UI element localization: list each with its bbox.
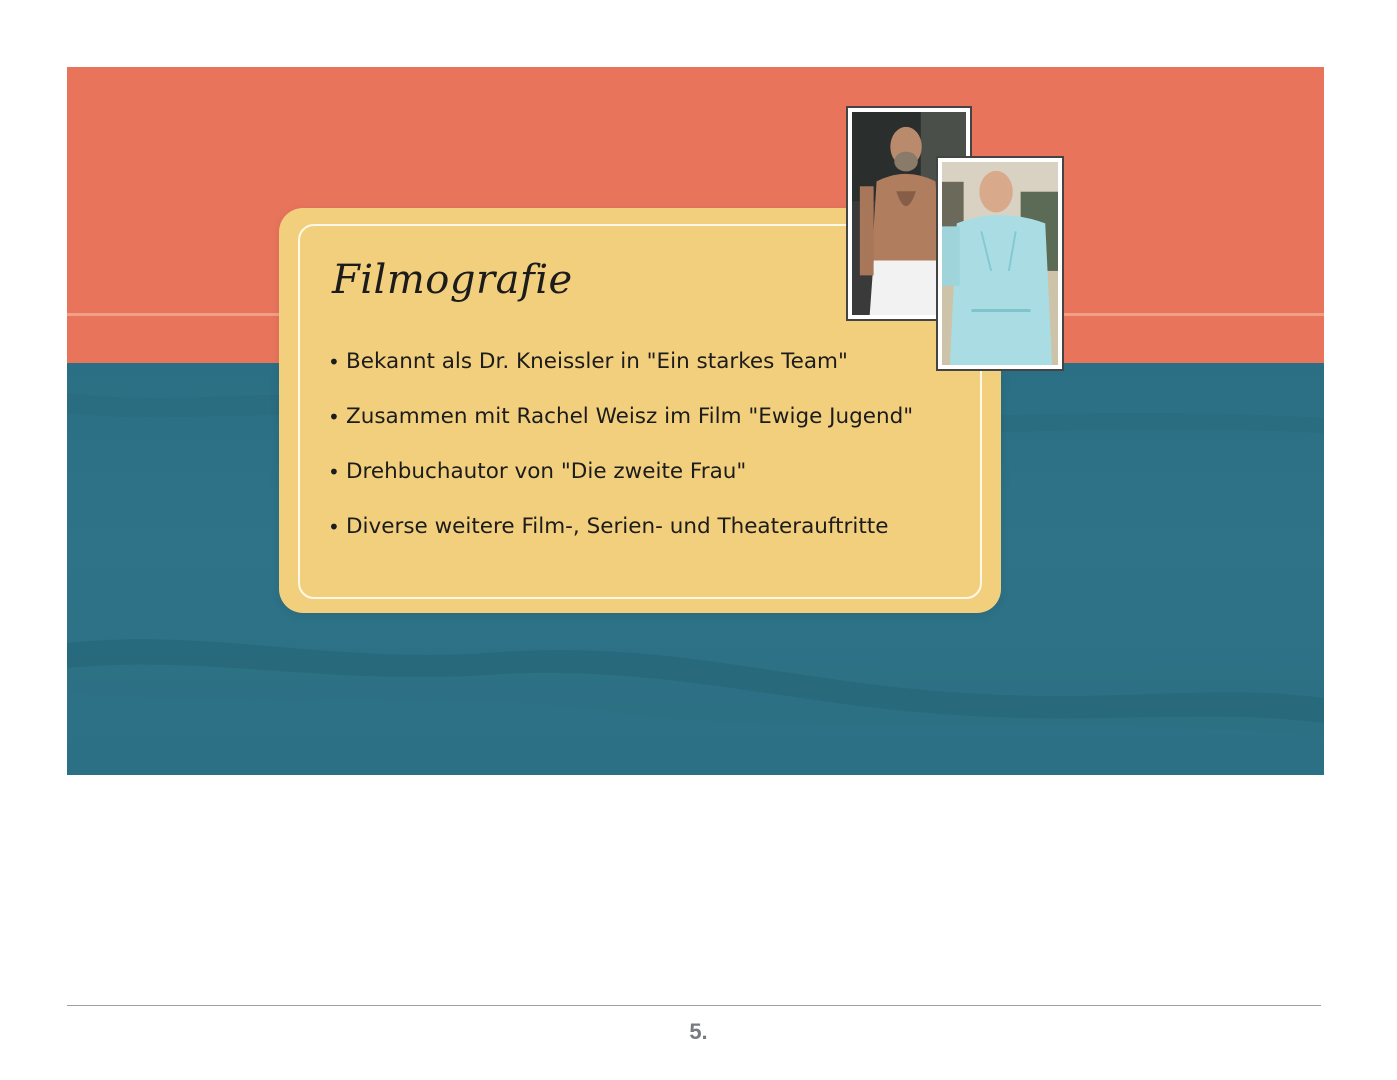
- list-item-text: Bekannt als Dr. Kneissler in "Ein starke…: [346, 349, 848, 374]
- bullet-icon: •: [328, 350, 340, 374]
- list-item-text: Zusammen mit Rachel Weisz im Film "Ewige…: [346, 404, 914, 429]
- slide-title: Filmografie: [332, 257, 573, 303]
- list-item: • Zusammen mit Rachel Weisz im Film "Ewig…: [328, 403, 968, 431]
- bullet-icon: •: [328, 460, 340, 484]
- list-item-text: Diverse weitere Film-, Serien- und Theat…: [346, 514, 889, 539]
- bullet-icon: •: [328, 515, 340, 539]
- slide: Filmografie • Bekannt als Dr. Kneissler i…: [67, 67, 1324, 775]
- portrait-photo-man-hospital-gown-icon: [942, 162, 1058, 365]
- filmography-list: • Bekannt als Dr. Kneissler in "Ein stark…: [328, 348, 968, 568]
- list-item: • Bekannt als Dr. Kneissler in "Ein stark…: [328, 348, 968, 376]
- list-item-text: Drehbuchautor von "Die zweite Frau": [346, 459, 747, 484]
- footer-divider: [67, 1005, 1321, 1006]
- list-item: • Drehbuchautor von "Die zweite Frau": [328, 458, 968, 486]
- page-number: 5.: [689, 1019, 708, 1044]
- photo-stamp-2: [936, 156, 1064, 371]
- bullet-icon: •: [328, 405, 340, 429]
- list-item: • Diverse weitere Film-, Serien- und Thea…: [328, 513, 968, 541]
